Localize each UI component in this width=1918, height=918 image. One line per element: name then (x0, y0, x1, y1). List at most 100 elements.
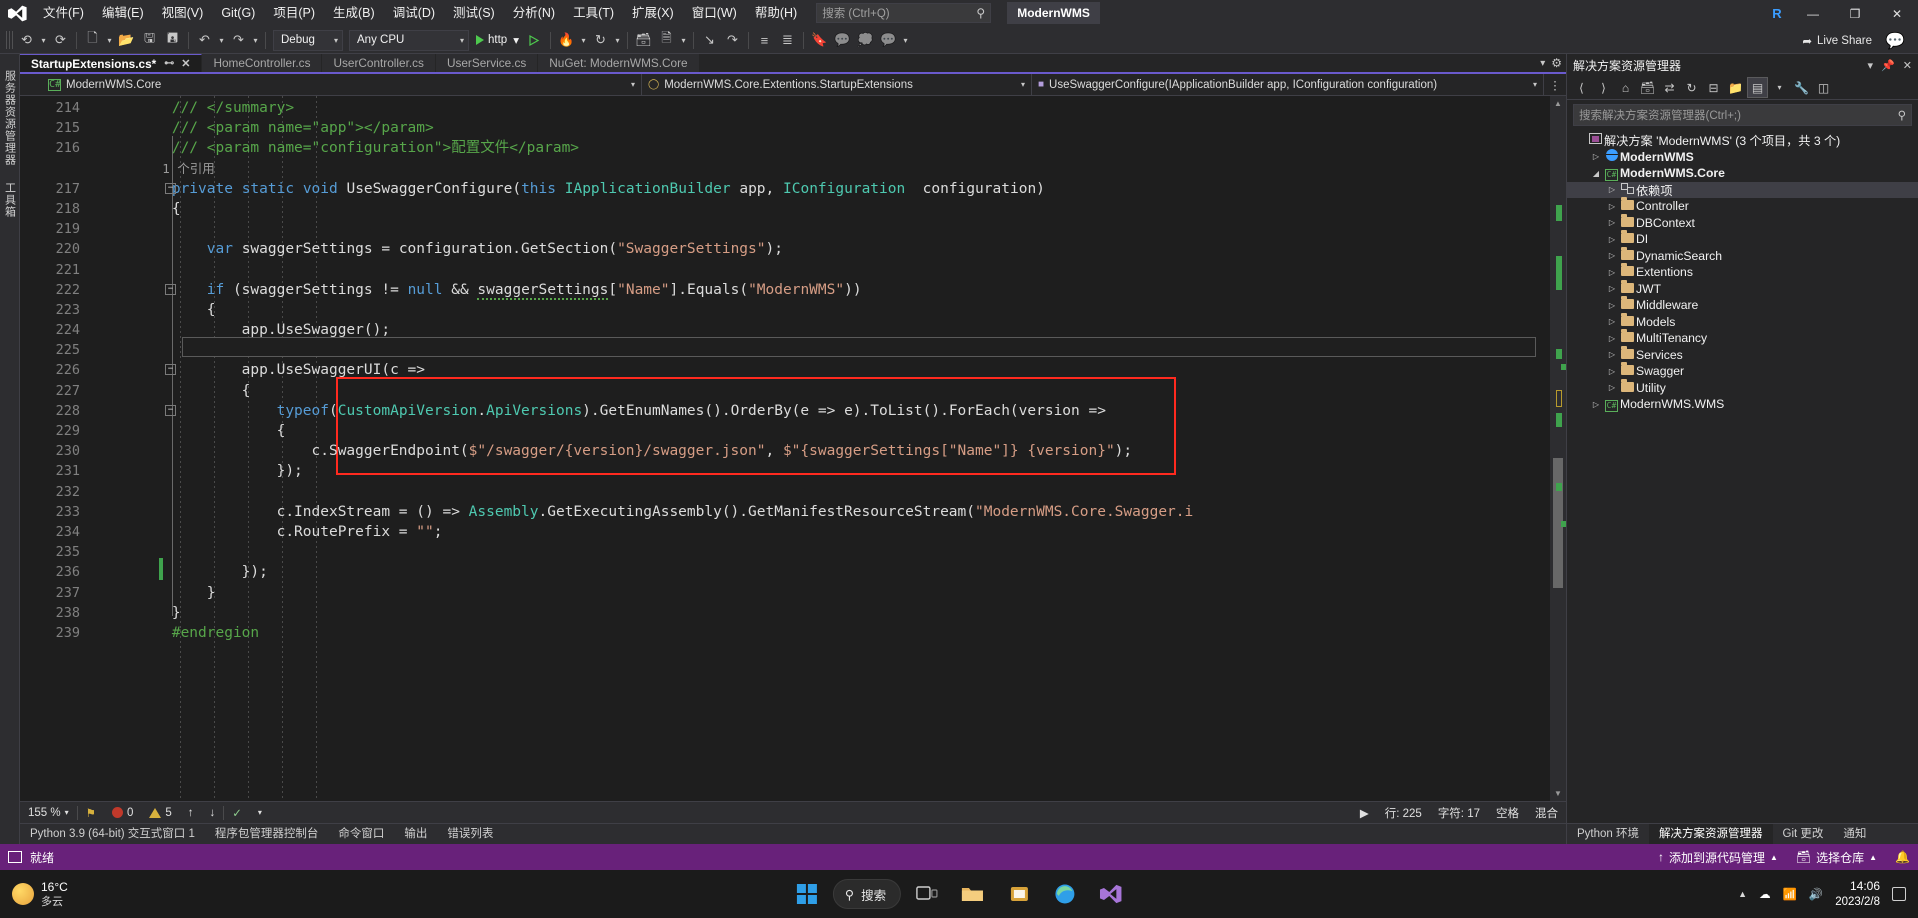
open-file-icon[interactable]: 📂 (115, 29, 138, 52)
properties-icon[interactable]: 🔧 (1791, 77, 1812, 98)
horizontal-scroll-right-icon[interactable]: ▶ (1352, 806, 1377, 820)
step-over-icon[interactable]: ↷ (721, 29, 744, 52)
account-avatar[interactable]: R (1762, 6, 1792, 21)
preview-selected-items-icon[interactable]: ◫ (1813, 77, 1834, 98)
bookmark-icon[interactable]: 🔖 (808, 29, 831, 52)
menu-git[interactable]: Git(G) (212, 0, 264, 27)
file-explorer-button[interactable] (953, 874, 993, 914)
issue-navigator-icon[interactable]: ⚑ (78, 806, 104, 820)
menu-file[interactable]: 文件(F) (34, 0, 93, 27)
navbar-project-combo[interactable]: C# ModernWMS.Core ▾ (42, 74, 642, 95)
tab-user-controller[interactable]: UserController.cs (322, 54, 436, 72)
code-text-area[interactable]: 214 /// </summary> 215 /// <param name="a… (20, 96, 1550, 801)
quick-search-input[interactable]: 搜索 (Ctrl+Q) ⚲ (816, 3, 992, 23)
save-all-icon[interactable]: 🖪 (161, 29, 184, 52)
prev-issue-button[interactable]: ↑ (180, 807, 202, 819)
menu-edit[interactable]: 编辑(E) (93, 0, 153, 27)
uncomment-icon[interactable]: 💭 (854, 29, 877, 52)
tree-item-modernwms-3-3[interactable]: 解决方案 'ModernWMS' (3 个项目，共 3 个) (1567, 132, 1918, 149)
tree-item-modernwms-core[interactable]: ◢ C# ModernWMS.Core (1567, 165, 1918, 182)
bottom-tab-python-interactive[interactable]: Python 3.9 (64-bit) 交互式窗口 1 (20, 824, 205, 845)
forward-icon[interactable]: ⟩ (1593, 77, 1614, 98)
sync-with-active-document-icon[interactable]: ⇄ (1659, 77, 1680, 98)
expand-arrow-icon[interactable]: ▷ (1589, 400, 1603, 409)
tree-item-modernwms-wms[interactable]: ▷ C# ModernWMS.WMS (1567, 396, 1918, 413)
pin-icon[interactable]: ⊷ (164, 58, 174, 69)
tree-item-[interactable]: ▷ 依赖项 (1567, 181, 1918, 198)
menu-window[interactable]: 窗口(W) (683, 0, 746, 27)
bottom-tab-output[interactable]: 输出 (394, 824, 437, 845)
tree-item-controller[interactable]: ▷ Controller (1567, 197, 1918, 215)
edge-browser-button[interactable] (1045, 874, 1085, 914)
collapse-all-icon[interactable]: ⊟ (1703, 77, 1724, 98)
tab-startup-extensions[interactable]: StartupExtensions.cs* ⊷ ✕ (20, 54, 203, 72)
bottom-tab-command-window[interactable]: 命令窗口 (328, 824, 394, 845)
menu-project[interactable]: 项目(P) (264, 0, 324, 27)
undo-caret-icon[interactable]: ▾ (216, 29, 227, 52)
close-button[interactable]: ✕ (1876, 0, 1918, 27)
step-into-icon[interactable]: ↘ (698, 29, 721, 52)
expand-arrow-icon[interactable]: ▷ (1605, 202, 1619, 211)
tab-list-chevron-icon[interactable]: ▾ (1540, 58, 1545, 69)
onedrive-icon[interactable]: ☁ (1759, 887, 1771, 901)
comment-icon[interactable]: 💬 (831, 29, 854, 52)
run-target-caret-icon[interactable]: ▾ (507, 33, 519, 47)
next-issue-button[interactable]: ↓ (202, 807, 224, 819)
scroll-up-icon[interactable]: ▲ (1550, 96, 1566, 111)
expand-arrow-icon[interactable]: ▷ (1605, 235, 1619, 244)
expand-arrow-icon[interactable]: ▷ (1605, 367, 1619, 376)
navigate-back-caret-icon[interactable]: ▾ (38, 29, 49, 52)
panel-menu-chevron-icon[interactable]: ▾ (1868, 59, 1874, 72)
tree-item-services[interactable]: ▷ Services (1567, 345, 1918, 364)
hot-reload-icon[interactable]: 🔥 (555, 29, 578, 52)
show-all-files-icon[interactable]: 📁 (1725, 77, 1746, 98)
store-button[interactable] (999, 874, 1039, 914)
notification-center-icon[interactable] (1892, 887, 1906, 901)
expand-arrow-icon[interactable]: ▷ (1605, 334, 1619, 343)
add-to-source-control-button[interactable]: ↑ 添加到源代码管理 ▲ (1658, 849, 1778, 866)
solution-explorer-icon[interactable]: 🗃 (632, 29, 655, 52)
panel-close-icon[interactable]: ✕ (1903, 59, 1912, 72)
start-button[interactable] (787, 874, 827, 914)
toolbar-grip[interactable] (6, 31, 13, 49)
start-without-debugging-icon[interactable] (523, 29, 546, 52)
redo-caret-icon[interactable]: ▾ (250, 29, 261, 52)
properties-window-icon[interactable]: 🗎 (655, 29, 678, 52)
tree-item-dynamicsearch[interactable]: ▷ DynamicSearch (1567, 246, 1918, 265)
undo-icon[interactable]: ↶ (193, 29, 216, 52)
expand-arrow-icon[interactable]: ◢ (1589, 169, 1603, 178)
properties-caret-icon[interactable]: ▾ (678, 29, 689, 52)
new-project-icon[interactable]: 🗋 (81, 29, 104, 52)
taskbar-clock[interactable]: 14:06 2023/2/8 (1835, 879, 1880, 910)
expand-arrow-icon[interactable]: ▷ (1605, 383, 1619, 392)
outdent-icon[interactable]: ≣ (776, 29, 799, 52)
back-icon[interactable]: ⟨ (1571, 77, 1592, 98)
code-cleanup-icon[interactable]: ✓ (224, 806, 250, 820)
tree-item-utility[interactable]: ▷ Utility (1567, 378, 1918, 397)
show-hidden-icons-chevron-icon[interactable]: ▲ (1738, 889, 1747, 899)
taskbar-search-button[interactable]: ⚲ 搜索 (832, 879, 902, 909)
scroll-down-icon[interactable]: ▼ (1550, 786, 1566, 801)
tree-item-models[interactable]: ▷ Models (1567, 312, 1918, 331)
tree-item-jwt[interactable]: ▷ JWT (1567, 279, 1918, 298)
menu-view[interactable]: 视图(V) (153, 0, 213, 27)
navbar-member-combo[interactable]: ■ UseSwaggerConfigure(IApplicationBuilde… (1032, 74, 1544, 95)
toggle-icon[interactable]: 💬 (877, 29, 900, 52)
tab-python-environments[interactable]: Python 环境 (1567, 824, 1649, 845)
redo-icon[interactable]: ↷ (227, 29, 250, 52)
tab-nuget[interactable]: NuGet: ModernWMS.Core (538, 54, 700, 72)
view-selector-caret-icon[interactable]: ▾ (1769, 77, 1790, 98)
navigate-forward-icon[interactable]: ⟳ (49, 29, 72, 52)
mixed-indicator[interactable]: 混合 (1527, 805, 1566, 821)
split-editor-icon[interactable]: ⋮ (1544, 74, 1566, 95)
zoom-level-combo[interactable]: 155 % ▾ (20, 807, 77, 819)
refresh-icon[interactable]: ↻ (1681, 77, 1702, 98)
tree-item-multitenancy[interactable]: ▷ MultiTenancy (1567, 329, 1918, 347)
toolbox-tab[interactable]: 工具箱 (0, 174, 21, 226)
source-code[interactable]: 214 /// </summary> 215 /// <param name="a… (20, 96, 1550, 683)
tree-item-di[interactable]: ▷ DI (1567, 230, 1918, 248)
new-project-caret-icon[interactable]: ▾ (104, 29, 115, 52)
panel-pin-icon[interactable]: 📌 (1881, 59, 1895, 72)
start-debug-button[interactable]: http ▾ (472, 29, 523, 52)
restore-button[interactable]: ❐ (1834, 0, 1876, 27)
